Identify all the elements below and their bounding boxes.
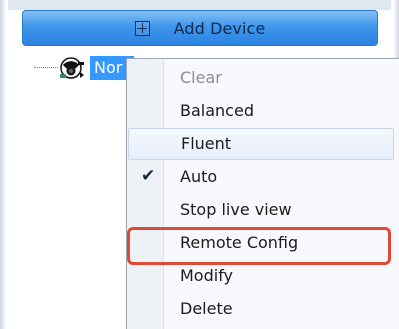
menu-item-auto[interactable]: ✔ Auto (127, 161, 399, 193)
add-device-button[interactable]: Add Device (22, 10, 378, 46)
menu-item-label: Fluent (181, 134, 232, 153)
checkmark-icon: ✔ (141, 166, 156, 186)
menu-item-label: Delete (180, 299, 233, 318)
menu-item-stop-live-view[interactable]: Stop live view (127, 194, 399, 226)
menu-item-fluent[interactable]: Fluent (128, 128, 394, 160)
left-border (0, 0, 6, 329)
camera-device-icon[interactable] (58, 56, 86, 82)
menu-item-clear[interactable]: Clear (127, 62, 399, 94)
device-panel: Add Device Nor Clear Balanced Fluent ✔ A… (0, 0, 399, 329)
menu-item-delete[interactable]: Delete (127, 293, 399, 325)
menu-item-label: Balanced (180, 101, 254, 120)
remote-config-highlight (127, 227, 391, 265)
menu-item-balanced[interactable]: Balanced (127, 95, 399, 127)
context-menu: Clear Balanced Fluent ✔ Auto Stop live v… (126, 58, 399, 329)
plus-box-icon (134, 20, 150, 36)
add-device-label: Add Device (173, 18, 266, 38)
menu-item-label: Auto (180, 167, 218, 186)
tree-connector-line (34, 67, 58, 69)
menu-item-label: Modify (180, 266, 234, 285)
panel-header-strip (8, 0, 391, 10)
menu-item-label: Stop live view (180, 200, 292, 219)
menu-item-label: Clear (180, 68, 222, 87)
